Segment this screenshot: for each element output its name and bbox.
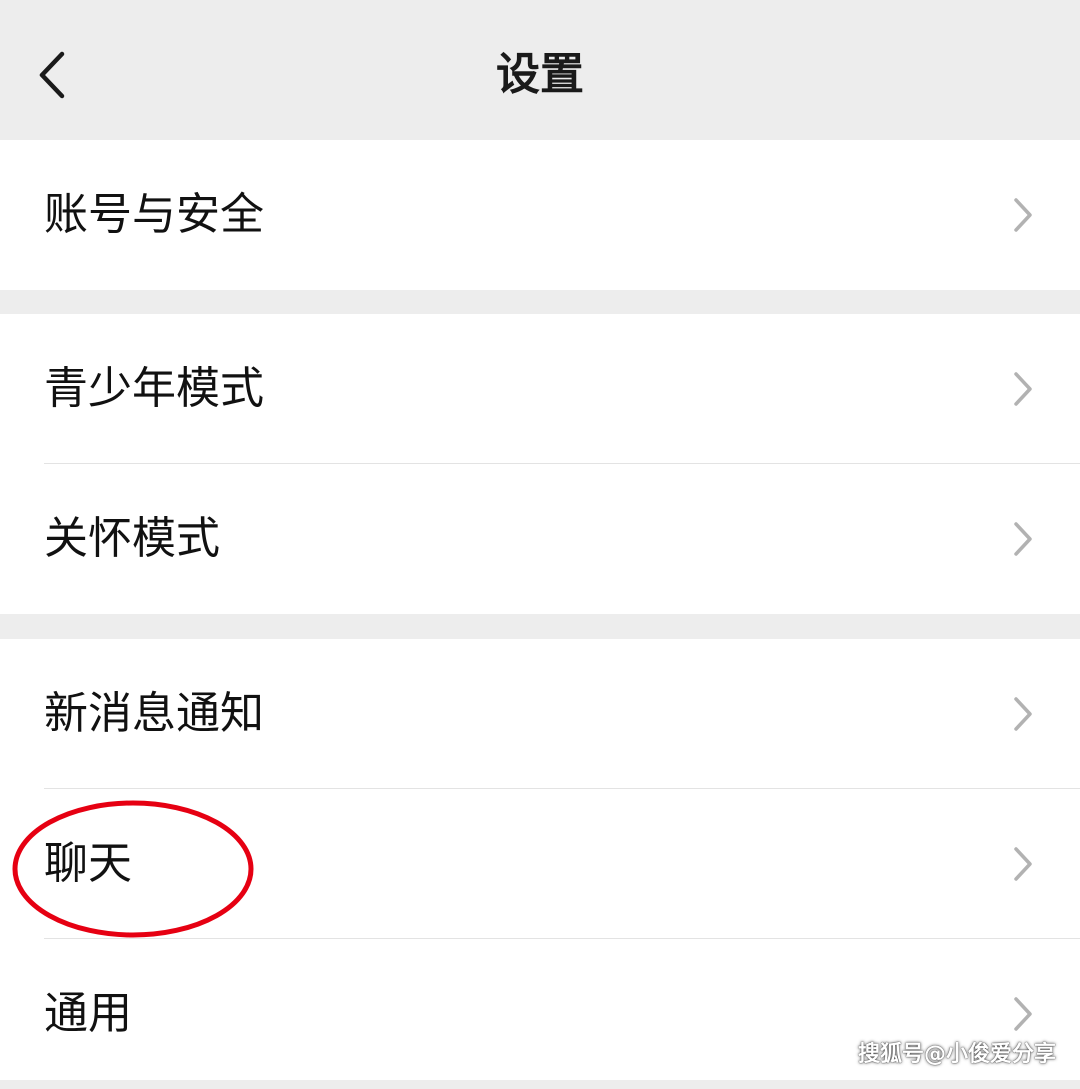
- settings-item-notifications[interactable]: 新消息通知: [0, 639, 1080, 789]
- settings-item-label: 关怀模式: [44, 513, 220, 564]
- settings-item-label: 账号与安全: [44, 189, 264, 240]
- settings-item-account-security[interactable]: 账号与安全: [0, 140, 1080, 290]
- chevron-right-icon: [1012, 996, 1034, 1032]
- chevron-right-icon: [1012, 696, 1034, 732]
- chevron-right-icon: [1012, 371, 1034, 407]
- settings-item-label: 新消息通知: [44, 688, 264, 739]
- settings-item-label: 聊天: [44, 838, 132, 889]
- settings-group-modes: 青少年模式 关怀模式: [0, 314, 1080, 614]
- settings-item-chat[interactable]: 聊天: [0, 789, 1080, 939]
- settings-group-general: 新消息通知 聊天 通用: [0, 639, 1080, 1080]
- watermark: 搜狐号@小俊爱分享: [857, 1042, 1056, 1067]
- nav-bar: 设置: [0, 0, 1080, 140]
- chevron-right-icon: [1012, 521, 1034, 557]
- settings-item-label: 青少年模式: [44, 363, 264, 414]
- settings-item-care-mode[interactable]: 关怀模式: [0, 464, 1080, 614]
- chevron-right-icon: [1012, 197, 1034, 233]
- settings-item-youth-mode[interactable]: 青少年模式: [0, 314, 1080, 464]
- settings-group-account: 账号与安全: [0, 140, 1080, 290]
- settings-item-label: 通用: [44, 988, 132, 1039]
- page-title: 设置: [496, 49, 584, 100]
- chevron-right-icon: [1012, 846, 1034, 882]
